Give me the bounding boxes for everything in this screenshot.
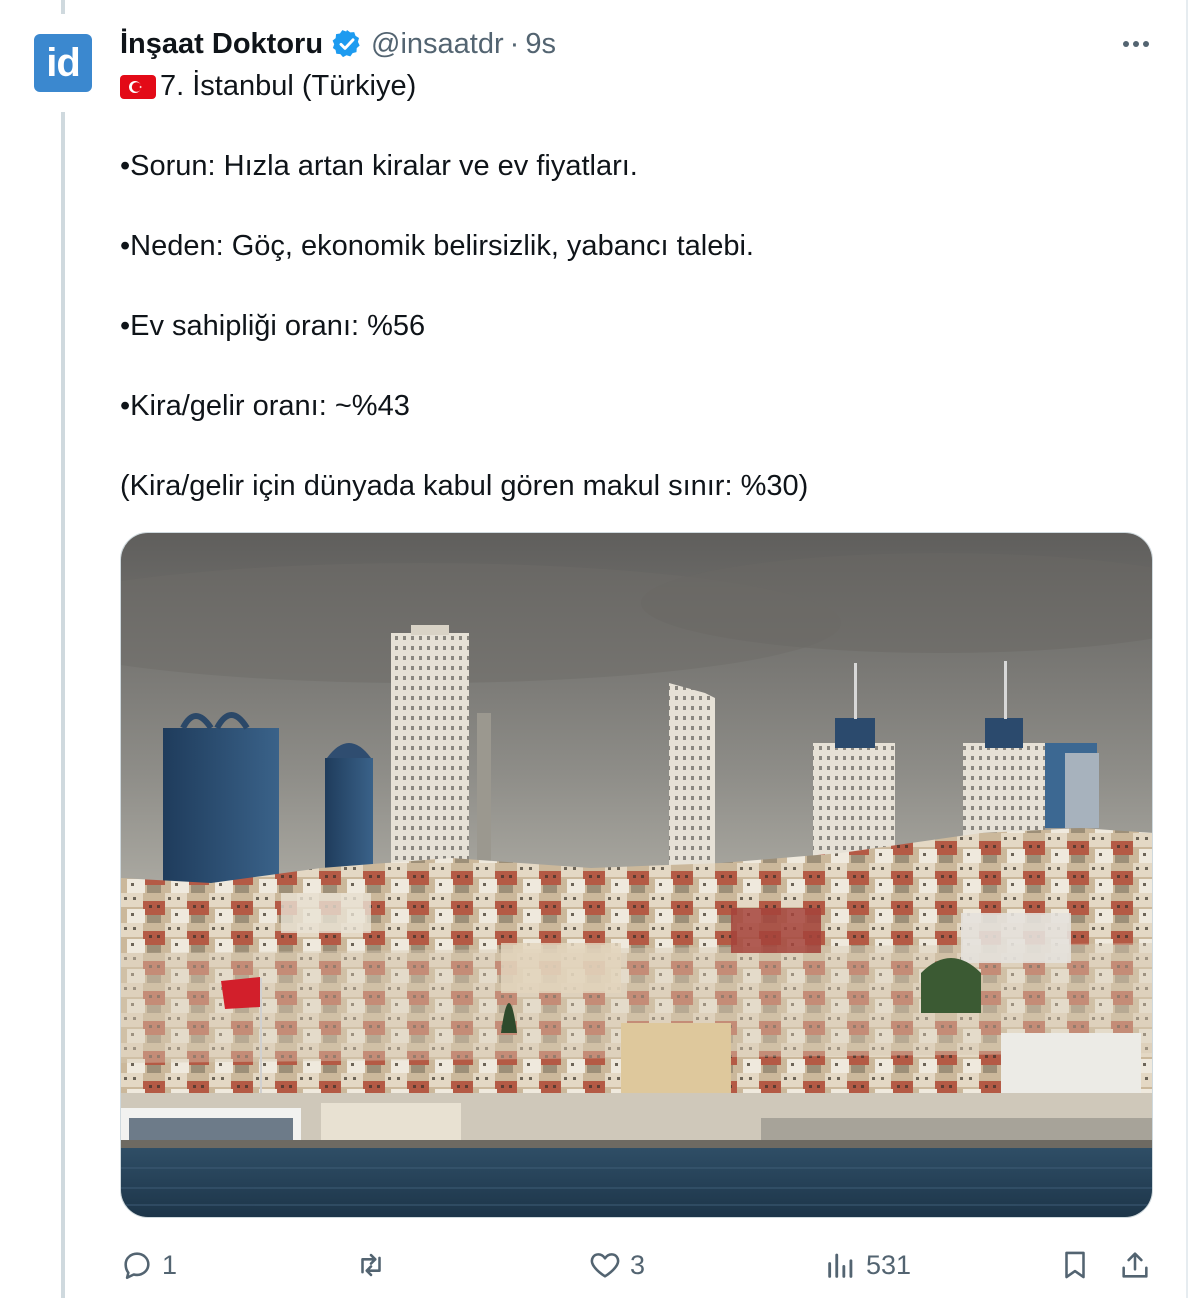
tweet-image[interactable]	[120, 532, 1153, 1218]
istanbul-skyline-image	[121, 533, 1152, 1217]
reply-button[interactable]: 1	[120, 1240, 177, 1290]
verified-badge-icon[interactable]	[331, 28, 363, 60]
views-icon	[828, 1253, 853, 1278]
reply-count: 1	[162, 1249, 178, 1280]
bookmark-button[interactable]	[1058, 1240, 1092, 1290]
avatar[interactable]: id	[34, 34, 92, 92]
reply-icon	[124, 1252, 150, 1280]
retweet-button[interactable]	[354, 1240, 396, 1290]
title-line: 7. İstanbul (Türkiye)	[120, 66, 1170, 106]
turkey-flag-icon	[120, 75, 156, 99]
more-icon[interactable]	[1118, 30, 1154, 58]
share-button[interactable]	[1118, 1240, 1152, 1290]
thread-line-top	[61, 0, 65, 14]
tweet-text: 7. İstanbul (Türkiye) •Sorun: Hızla arta…	[120, 66, 1170, 506]
views-count: 531	[866, 1249, 912, 1280]
column-border	[1186, 0, 1188, 1298]
text-line: •Ev sahipliği oranı: %56	[120, 310, 426, 342]
retweet-icon	[361, 1253, 381, 1277]
text-line: (Kira/gelir için dünyada kabul gören mak…	[120, 470, 809, 502]
like-icon	[590, 1253, 620, 1278]
like-button[interactable]: 3	[588, 1240, 645, 1290]
share-icon	[1122, 1252, 1148, 1278]
handle[interactable]: @insaatdr	[371, 28, 504, 61]
avatar-text: id	[46, 40, 81, 85]
text-line: •Kira/gelir oranı: ~%43	[120, 390, 410, 422]
tweet-header: İnşaat Doktoru @insaatdr · 9s	[120, 24, 556, 64]
views-button[interactable]: 531	[824, 1240, 911, 1290]
action-bar: 1 3 531	[120, 1240, 1160, 1290]
bookmark-icon	[1065, 1251, 1085, 1279]
text-line: •Sorun: Hızla artan kiralar ve ev fiyatl…	[120, 150, 638, 182]
like-count: 3	[630, 1249, 646, 1280]
display-name[interactable]: İnşaat Doktoru	[120, 28, 323, 61]
timestamp[interactable]: 9s	[525, 28, 556, 61]
text-line: •Neden: Göç, ekonomik belirsizlik, yaban…	[120, 230, 754, 262]
thread-line	[61, 112, 65, 1298]
separator-dot: ·	[509, 27, 520, 60]
title-text: 7. İstanbul (Türkiye)	[160, 70, 417, 102]
